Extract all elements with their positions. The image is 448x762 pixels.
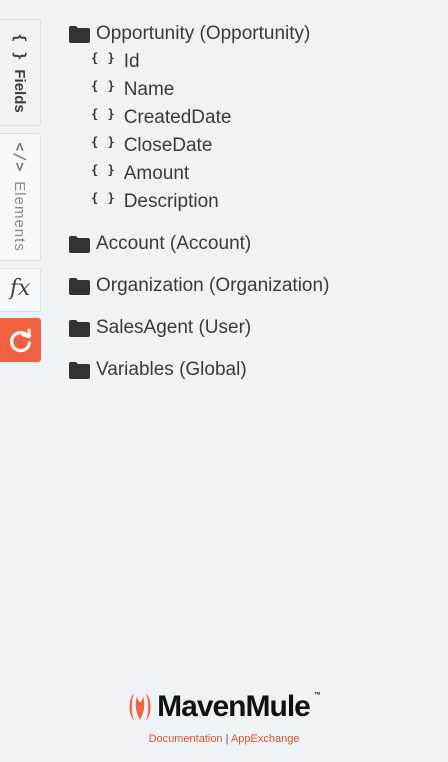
mavenmule-logo: MavenMule ™ [127,690,321,724]
field-label: Description [123,191,219,212]
tab-elements[interactable]: </> Elements [0,133,41,261]
tab-elements-label: Elements [11,181,29,252]
field-item-amount[interactable]: { } Amount [91,160,329,188]
tree-group-account[interactable]: Account (Account) [69,230,329,258]
folder-icon [69,235,90,253]
appexchange-link[interactable]: AppExchange [231,733,300,745]
field-item-name[interactable]: { } Name [91,76,329,104]
footer-links: Documentation | AppExchange [0,733,448,745]
field-list: { } Id { } Name { } CreatedDate { } Clos… [91,48,329,216]
field-braces-icon: { } [91,107,116,121]
field-item-id[interactable]: { } Id [91,48,329,76]
curly-braces-icon: { } [11,32,29,60]
tree-group-salesagent[interactable]: SalesAgent (User) [69,314,329,342]
tree-group-label: SalesAgent (User) [96,317,252,338]
code-brackets-icon: </> [11,142,29,173]
tree-group-label: Account (Account) [96,233,252,254]
folder-icon [69,277,90,295]
tab-fields-label: Fields [11,68,29,113]
mavenmule-logo-icon [129,693,151,721]
tree-group-label: Organization (Organization) [96,275,330,296]
field-tree: Opportunity (Opportunity) { } Id { } Nam… [69,20,329,398]
tree-group-label: Variables (Global) [96,359,247,380]
trademark-symbol: ™ [313,691,321,699]
folder-icon [69,361,90,379]
tab-formula[interactable]: fx [0,268,41,312]
tab-fields[interactable]: { } Fields [0,19,41,126]
tree-group-organization[interactable]: Organization (Organization) [69,272,329,300]
refresh-icon [10,328,32,353]
field-item-createddate[interactable]: { } CreatedDate [91,104,329,132]
field-braces-icon: { } [91,51,116,65]
field-item-closedate[interactable]: { } CloseDate [91,132,329,160]
field-label: Name [123,79,175,100]
formula-icon: fx [9,276,31,301]
documentation-link[interactable]: Documentation [149,733,223,745]
field-label: Id [123,51,140,72]
folder-icon [69,319,90,337]
tree-group-label: Opportunity (Opportunity) [96,23,311,44]
field-braces-icon: { } [91,163,116,177]
footer: MavenMule ™ Documentation | AppExchange [0,690,448,745]
tree-group-variables[interactable]: Variables (Global) [69,356,329,384]
folder-icon [69,25,90,43]
field-braces-icon: { } [91,135,116,149]
field-label: CloseDate [123,135,213,156]
link-separator: | [225,733,229,745]
field-label: Amount [123,163,190,184]
field-item-description[interactable]: { } Description [91,188,329,216]
tree-group-opportunity[interactable]: Opportunity (Opportunity) [69,20,329,48]
field-braces-icon: { } [91,79,116,93]
brand-name: MavenMule [157,690,311,723]
field-braces-icon: { } [91,191,116,205]
field-label: CreatedDate [123,107,232,128]
refresh-button[interactable] [0,318,41,362]
